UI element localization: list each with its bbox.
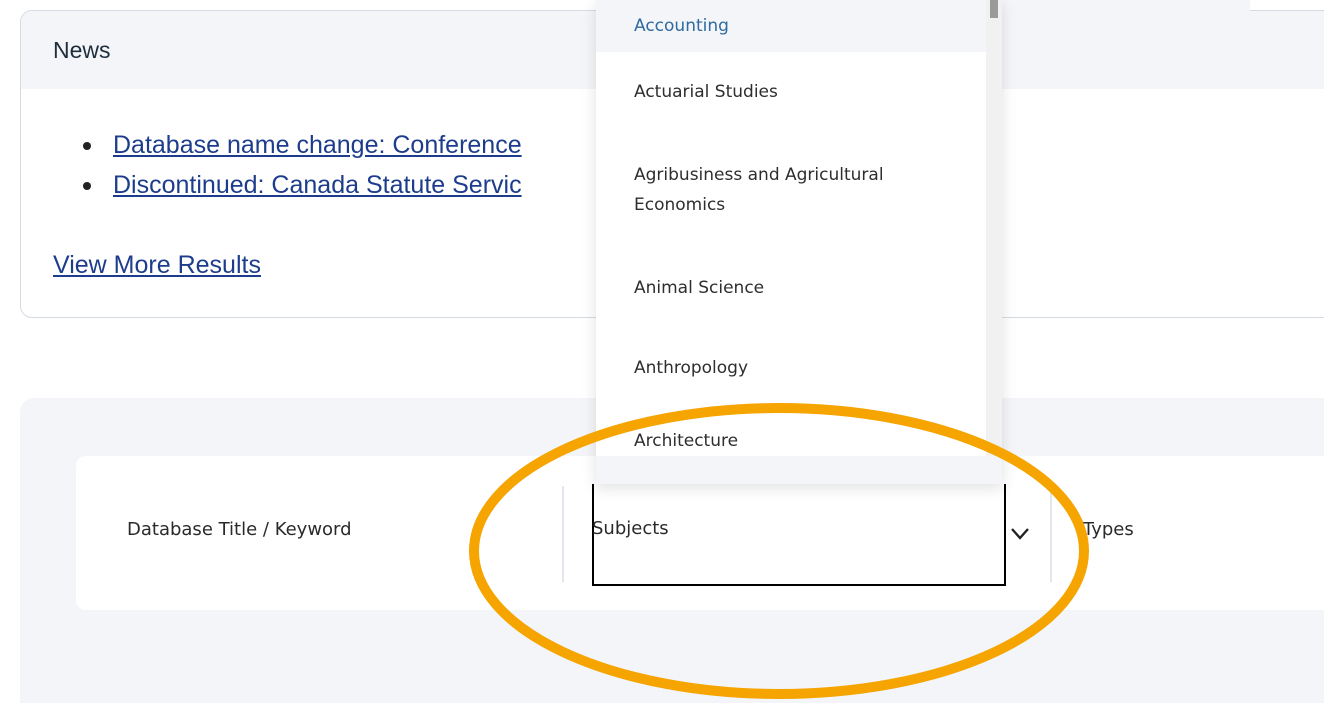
dropdown-bottom (596, 456, 1002, 484)
scroll-down-arrow-icon[interactable] (991, 446, 997, 450)
types-field-label[interactable]: Types (1083, 519, 1134, 540)
dropdown-fade (596, 446, 984, 456)
option-anthropology[interactable]: Anthropology (596, 328, 1002, 408)
news-link-canada-statute[interactable]: Discontinued: Canada Statute Servic (113, 171, 522, 199)
subjects-select[interactable]: Subjects (592, 484, 1006, 586)
subjects-select-label: Subjects (592, 518, 669, 539)
view-more-results-link[interactable]: View More Results (53, 251, 261, 280)
divider (1050, 486, 1052, 582)
news-link-conference[interactable]: Database name change: Conference (113, 131, 522, 159)
subjects-option-list: Accounting Actuarial Studies Agribusines… (596, 0, 1002, 466)
option-animal-science[interactable]: Animal Science (596, 248, 1002, 328)
option-agribusiness[interactable]: Agribusiness and Agricultural Economics (596, 132, 1002, 248)
option-actuarial-studies[interactable]: Actuarial Studies (596, 52, 1002, 132)
bullet-icon (83, 142, 91, 150)
news-item: Database name change: Conference (71, 125, 522, 165)
keyword-field-label[interactable]: Database Title / Keyword (127, 519, 352, 540)
chevron-down-icon[interactable] (1009, 526, 1031, 542)
news-item: Discontinued: Canada Statute Servic (71, 165, 522, 205)
option-accounting[interactable]: Accounting (596, 0, 1002, 52)
page: News Database name change: Conference Di… (0, 0, 1324, 703)
news-header-curve (1000, 0, 1250, 88)
dropdown-scrollbar[interactable] (986, 0, 1002, 456)
scrollbar-thumb[interactable] (990, 0, 998, 18)
subjects-dropdown: Accounting Actuarial Studies Agribusines… (596, 0, 1002, 484)
divider (562, 486, 564, 582)
news-list: Database name change: Conference Discont… (71, 125, 522, 205)
bullet-icon (83, 182, 91, 190)
